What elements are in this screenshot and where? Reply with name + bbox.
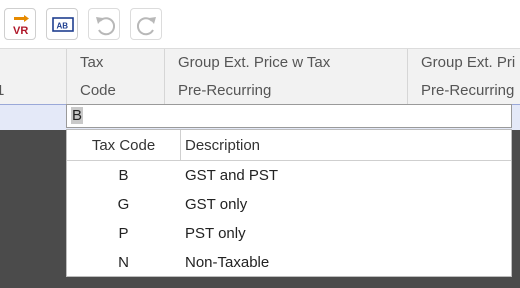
ab-button[interactable]: AB <box>46 8 78 40</box>
column-header-group-ext-price[interactable]: Group Ext. Price w Tax Pre-Recurring <box>164 49 407 105</box>
undo-icon <box>96 17 116 36</box>
ab-icon: AB <box>52 17 74 32</box>
column-header-label: Group Ext. Price w Tax <box>178 54 331 71</box>
toolbar: VR AB <box>0 0 520 46</box>
dropdown-option-b[interactable]: B GST and PST <box>67 161 511 190</box>
column-header-label: Pre-Recurring <box>421 82 515 99</box>
option-description: GST only <box>185 196 248 213</box>
tax-code-input-value: B <box>71 107 84 124</box>
column-header-label: Code <box>80 82 116 99</box>
column-divider <box>180 130 181 160</box>
option-code: N <box>118 254 129 271</box>
redo-button[interactable] <box>130 8 162 40</box>
column-header-tax-code[interactable]: Tax Code <box>66 49 164 105</box>
option-code: G <box>117 196 130 213</box>
dropdown-header-tax-code: Tax Code <box>91 137 156 154</box>
vr-label: VR <box>13 25 28 37</box>
option-code: B <box>118 167 129 184</box>
dropdown-option-g[interactable]: G GST only <box>67 190 511 219</box>
column-header-label: Group Ext. Pri <box>421 54 516 71</box>
tax-code-dropdown: Tax Code Description B GST and PST G GST… <box>66 129 512 277</box>
column-header-label: Pre-Recurring <box>178 82 272 99</box>
column-header-group-ext-price-2[interactable]: Group Ext. Pri Pre-Recurring <box>407 49 520 105</box>
redo-icon <box>136 17 156 36</box>
option-code: P <box>118 225 129 242</box>
app-root: VR AB 1 Tax Code Group Ext. Price w Tax … <box>0 0 520 288</box>
dropdown-header: Tax Code Description <box>67 130 511 161</box>
dropdown-header-description: Description <box>185 137 261 154</box>
column-header-row-num[interactable]: 1 <box>0 49 66 105</box>
column-header-label: Tax <box>80 54 104 71</box>
column-header-label: 1 <box>0 82 5 99</box>
ab-label: AB <box>57 22 69 31</box>
option-description: PST only <box>185 225 246 242</box>
vr-button[interactable]: VR <box>4 8 36 40</box>
grid-header: 1 Tax Code Group Ext. Price w Tax Pre-Re… <box>0 48 520 105</box>
dropdown-option-n[interactable]: N Non-Taxable <box>67 248 511 277</box>
tax-code-input[interactable]: B <box>66 104 512 128</box>
option-description: Non-Taxable <box>185 254 270 271</box>
undo-button[interactable] <box>88 8 120 40</box>
option-description: GST and PST <box>185 167 279 184</box>
vr-icon: VR <box>13 15 29 37</box>
dropdown-option-p[interactable]: P PST only <box>67 219 511 248</box>
